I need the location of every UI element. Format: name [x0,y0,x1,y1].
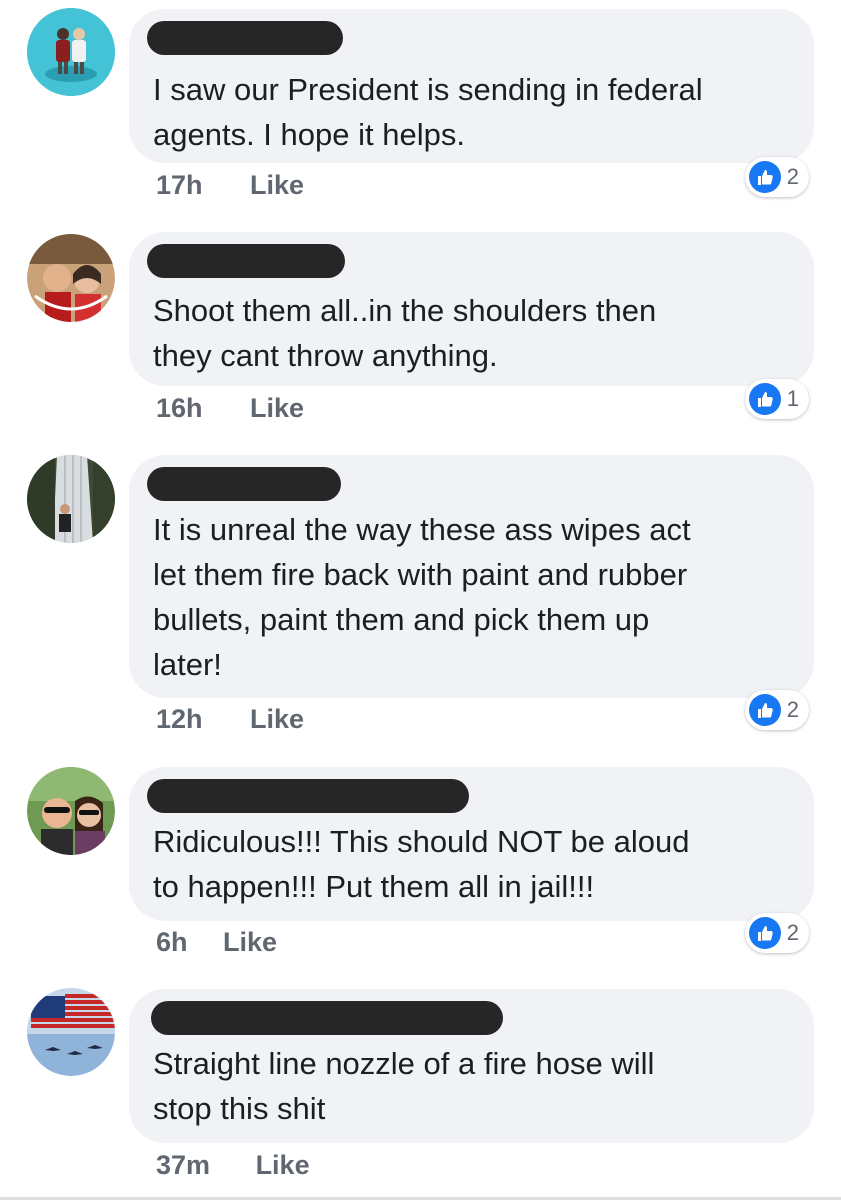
reaction-summary[interactable]: 2 [744,157,809,197]
comment-bubble: Shoot them all..in the shoulders then th… [129,232,814,386]
comment-bubble: It is unreal the way these ass wipes act… [129,455,814,698]
like-button[interactable]: Like [250,704,304,735]
comment-timestamp[interactable]: 37m [156,1150,210,1181]
like-button[interactable]: Like [250,170,304,201]
redacted-author-name [147,779,469,813]
avatar-couple-photo-icon [27,234,115,322]
comment-meta: 6h Like [156,927,277,958]
avatar[interactable] [27,767,115,855]
thumbs-up-icon [748,917,781,949]
redacted-author-name [151,1001,503,1035]
comment-meta: 37m Like [156,1150,310,1181]
like-button[interactable]: Like [223,927,277,958]
avatar[interactable] [27,988,115,1076]
comment-timestamp[interactable]: 12h [156,704,203,735]
comment-text: Straight line nozzle of a fire hose will… [153,1046,655,1126]
comment-bubble: Straight line nozzle of a fire hose will… [129,989,814,1143]
avatar[interactable] [27,8,115,96]
avatar-figurines-icon [27,8,115,96]
avatar-couple-sunglasses-icon [27,767,115,855]
reaction-count: 1 [786,386,799,411]
reaction-count: 2 [786,164,799,189]
thumbs-up-icon [748,694,781,726]
redacted-author-name [147,467,341,501]
comment-timestamp[interactable]: 6h [156,927,188,958]
comment-meta: 16h Like [156,393,304,424]
avatar-waterfall-icon [27,455,115,543]
comment-meta: 12h Like [156,704,304,735]
comment-timestamp[interactable]: 17h [156,170,203,201]
reaction-summary[interactable]: 2 [744,690,809,730]
comment-timestamp[interactable]: 16h [156,393,203,424]
thumbs-up-icon [748,383,781,415]
reaction-summary[interactable]: 1 [744,379,809,419]
reaction-count: 2 [786,697,799,722]
like-button[interactable]: Like [250,393,304,424]
avatar-flag-jets-icon [27,988,115,1076]
comment-text: I saw our President is sending in federa… [153,72,703,152]
comment-meta: 17h Like [156,170,304,201]
like-button[interactable]: Like [256,1150,310,1181]
redacted-author-name [147,21,343,55]
comment-text: Shoot them all..in the shoulders then th… [153,293,657,373]
thumbs-up-icon [748,161,781,193]
redacted-author-name [147,244,345,278]
reaction-count: 2 [786,920,799,945]
comment-text: It is unreal the way these ass wipes act… [153,512,691,682]
avatar[interactable] [27,455,115,543]
comment-text: Ridiculous!!! This should NOT be aloud t… [153,824,690,904]
reaction-summary[interactable]: 2 [744,913,809,953]
avatar[interactable] [27,234,115,322]
comment-bubble: Ridiculous!!! This should NOT be aloud t… [129,767,814,921]
comment-bubble: I saw our President is sending in federa… [129,9,814,163]
